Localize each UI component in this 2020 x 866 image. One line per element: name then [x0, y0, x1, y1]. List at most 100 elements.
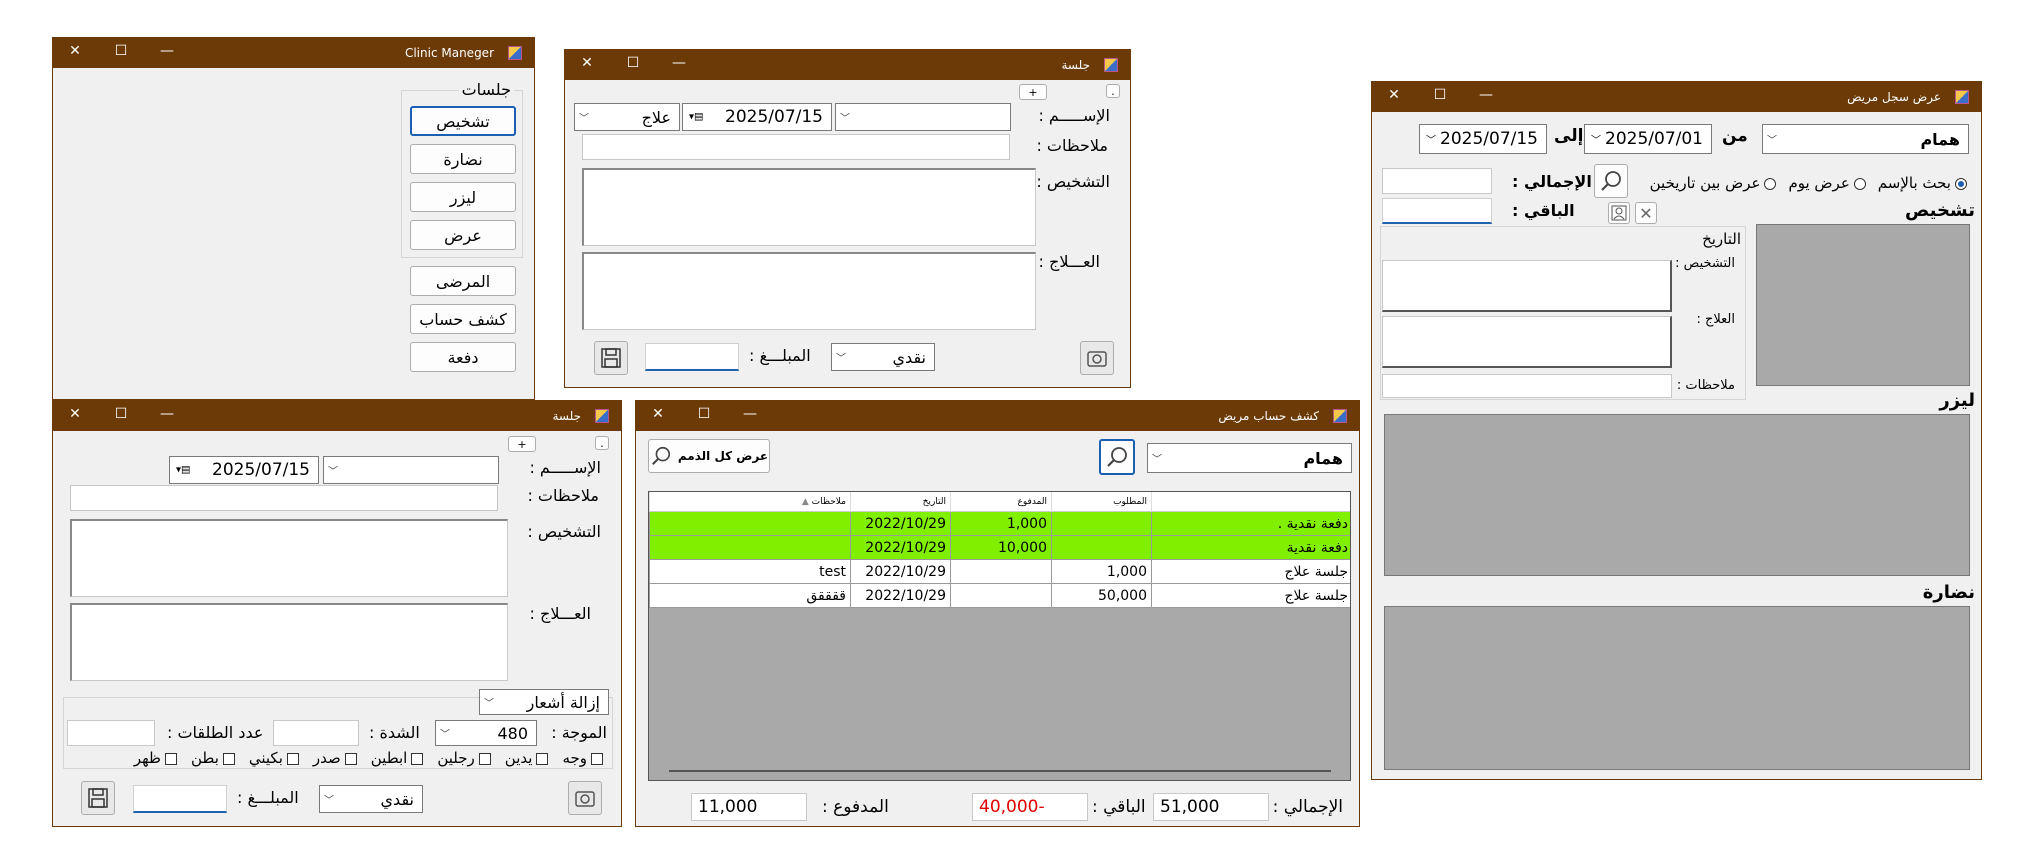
checkbox[interactable]: [286, 752, 299, 765]
session-type-combo[interactable]: ﹀ علاج: [574, 103, 680, 131]
horizontal-scrollbar[interactable]: [669, 770, 1331, 772]
dot-button[interactable]: .: [595, 436, 609, 450]
close-icon[interactable]: ✕: [648, 406, 668, 422]
table-row[interactable]: جلسة علاج 50,000 2022/10/29 ققققق: [649, 584, 1350, 608]
payment-button[interactable]: دفعة: [410, 342, 516, 372]
area-legs-checkbox[interactable]: رجلين: [437, 749, 491, 769]
checkbox[interactable]: [478, 752, 491, 765]
area-bikini-checkbox[interactable]: بكيني: [249, 749, 299, 769]
minimize-icon[interactable]: —: [669, 55, 689, 71]
view-button[interactable]: عرض: [410, 220, 516, 250]
notes-field[interactable]: [1382, 374, 1672, 398]
patient-combo[interactable]: ﹀ همام: [1147, 443, 1352, 473]
shots-field[interactable]: [67, 720, 155, 746]
patient-info-button[interactable]: [1608, 202, 1630, 224]
cell-notes[interactable]: test: [649, 560, 850, 584]
clear-button[interactable]: ✕: [1635, 202, 1657, 224]
maximize-icon[interactable]: ☐: [111, 43, 131, 59]
dot-button[interactable]: .: [1106, 84, 1120, 98]
payment-type-combo[interactable]: ﹀ نقدي: [319, 785, 423, 813]
name-combo[interactable]: ﹀: [323, 456, 499, 484]
radio-between-dates[interactable]: عرض بين تاريخين: [1650, 174, 1777, 192]
cell-notes[interactable]: ققققق: [649, 584, 850, 608]
table-row[interactable]: جلسة علاج 1,000 2022/10/29 test: [649, 560, 1350, 584]
cell-description[interactable]: جلسة علاج: [1151, 584, 1350, 608]
minimize-icon[interactable]: —: [1476, 87, 1496, 103]
area-armpits-checkbox[interactable]: ابطين: [371, 749, 424, 769]
checkbox[interactable]: [411, 752, 424, 765]
checkbox[interactable]: [536, 752, 549, 765]
statement-button[interactable]: كشف حساب: [410, 304, 516, 334]
intensity-field[interactable]: [273, 720, 359, 746]
column-paid[interactable]: المدفوع: [950, 492, 1051, 512]
cell-paid[interactable]: [950, 560, 1051, 584]
cell-required[interactable]: [1051, 512, 1151, 536]
patient-combo[interactable]: ﹀ همام: [1762, 124, 1969, 154]
save-button[interactable]: [594, 341, 628, 375]
amount-field[interactable]: [133, 785, 227, 813]
add-button[interactable]: +: [1019, 84, 1047, 100]
cell-notes[interactable]: [649, 536, 850, 560]
area-belly-checkbox[interactable]: بطن: [191, 749, 235, 769]
search-button[interactable]: [1099, 439, 1135, 475]
close-icon[interactable]: ✕: [1384, 87, 1404, 103]
maximize-icon[interactable]: ☐: [623, 55, 643, 71]
treatment-field[interactable]: [70, 603, 508, 681]
session-date-picker[interactable]: ▾▤ 2025/07/15: [169, 456, 319, 484]
cell-notes[interactable]: [649, 512, 850, 536]
cell-paid[interactable]: 1,000: [950, 512, 1051, 536]
minimize-icon[interactable]: —: [740, 406, 760, 422]
to-date-picker[interactable]: ﹀ 2025/07/15: [1419, 124, 1547, 154]
cell-required[interactable]: 50,000: [1051, 584, 1151, 608]
minimize-icon[interactable]: —: [157, 43, 177, 59]
camera-button[interactable]: [1080, 341, 1114, 375]
laser-button[interactable]: ليزر: [410, 182, 516, 212]
maximize-icon[interactable]: ☐: [111, 406, 131, 422]
checkbox[interactable]: [591, 752, 603, 765]
area-face-checkbox[interactable]: وجه: [562, 749, 603, 769]
maximize-icon[interactable]: ☐: [1430, 87, 1450, 103]
from-date-picker[interactable]: ﹀ 2025/07/01: [1584, 124, 1712, 154]
cell-required[interactable]: 1,000: [1051, 560, 1151, 584]
close-icon[interactable]: ✕: [577, 55, 597, 71]
notes-field[interactable]: [582, 134, 1010, 160]
cell-date[interactable]: 2022/10/29: [850, 584, 950, 608]
radio[interactable]: [1853, 177, 1866, 190]
maximize-icon[interactable]: ☐: [694, 406, 714, 422]
cell-description[interactable]: دفعة نقدية: [1151, 536, 1350, 560]
save-button[interactable]: [81, 781, 115, 815]
table-row[interactable]: دفعة نقدية 10,000 2022/10/29: [649, 536, 1350, 560]
notes-field[interactable]: [70, 485, 498, 511]
cell-description[interactable]: دفعة نقدية .: [1151, 512, 1350, 536]
treatment-field[interactable]: [582, 252, 1036, 330]
radio[interactable]: [1764, 177, 1777, 190]
wave-combo[interactable]: ﹀ 480: [435, 720, 537, 746]
glasses-button[interactable]: نضارة: [410, 144, 516, 174]
procedure-combo[interactable]: ﹀ إزالة أشعار: [479, 689, 609, 715]
patients-button[interactable]: المرضى: [410, 266, 516, 296]
add-button[interactable]: +: [508, 436, 536, 452]
show-all-debts-button[interactable]: عرض كل الذمم: [648, 439, 770, 473]
radio-search-by-name[interactable]: بحث بالإسم: [1878, 174, 1967, 192]
column-notes[interactable]: ملاحظات ▲: [649, 492, 850, 512]
cell-date[interactable]: 2022/10/29: [850, 560, 950, 584]
area-hands-checkbox[interactable]: يدين: [505, 749, 549, 769]
table-row[interactable]: دفعة نقدية . 1,000 2022/10/29: [649, 512, 1350, 536]
diagnosis-button[interactable]: تشخيص: [410, 106, 516, 136]
cell-paid[interactable]: [950, 584, 1051, 608]
close-icon[interactable]: ✕: [65, 406, 85, 422]
checkbox[interactable]: [344, 752, 357, 765]
diagnosis-field[interactable]: [1382, 260, 1672, 312]
payment-type-combo[interactable]: ﹀ نقدي: [831, 343, 935, 371]
camera-button[interactable]: [568, 781, 602, 815]
radio-show-day[interactable]: عرض يوم: [1788, 174, 1866, 192]
checkbox[interactable]: [164, 752, 177, 765]
cell-date[interactable]: 2022/10/29: [850, 536, 950, 560]
cell-paid[interactable]: 10,000: [950, 536, 1051, 560]
column-date[interactable]: التاريخ: [850, 492, 950, 512]
column-description[interactable]: [1151, 492, 1350, 512]
diagnosis-field[interactable]: [70, 519, 508, 597]
checkbox[interactable]: [222, 752, 235, 765]
radio[interactable]: [1955, 177, 1967, 190]
amount-field[interactable]: [645, 343, 739, 371]
